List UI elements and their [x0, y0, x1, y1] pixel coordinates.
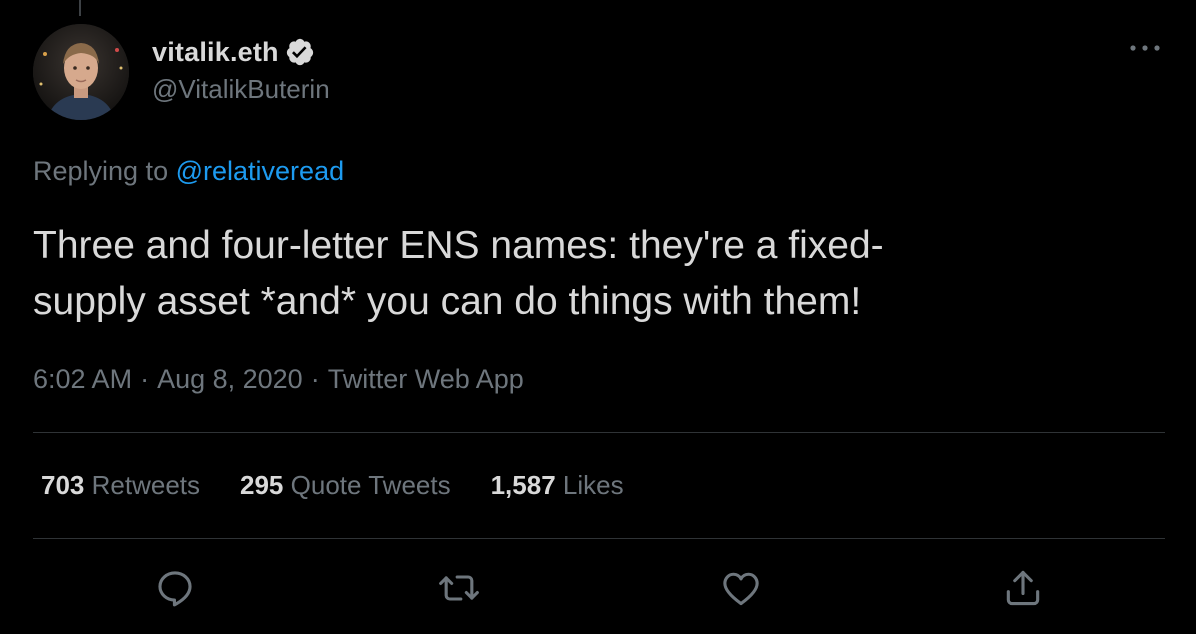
- more-options-icon[interactable]: [1125, 36, 1165, 60]
- tweet-time[interactable]: 6:02 AM: [33, 364, 132, 395]
- quote-tweets-count: 295: [240, 470, 284, 500]
- quote-tweets-stat[interactable]: 295 Quote Tweets: [240, 470, 451, 501]
- display-name[interactable]: vitalik.eth: [152, 37, 279, 68]
- tweet-meta: 6:02 AM · Aug 8, 2020 · Twitter Web App: [33, 364, 524, 395]
- avatar-image: [33, 24, 129, 120]
- tweet-date[interactable]: Aug 8, 2020: [157, 364, 303, 395]
- like-icon[interactable]: [719, 566, 763, 610]
- avatar[interactable]: [33, 24, 129, 120]
- divider-top: [33, 432, 1165, 433]
- retweet-icon[interactable]: [437, 566, 481, 610]
- likes-count: 1,587: [490, 470, 556, 500]
- retweets-label: Retweets: [91, 470, 201, 500]
- reply-icon[interactable]: [153, 566, 197, 610]
- retweets-stat[interactable]: 703 Retweets: [41, 470, 200, 501]
- meta-separator: ·: [310, 364, 320, 394]
- author-name-row[interactable]: vitalik.eth: [152, 34, 315, 70]
- reply-mention-link[interactable]: @relativeread: [176, 156, 345, 186]
- tweet-stats: 703 Retweets 295 Quote Tweets 1,587 Like…: [41, 470, 664, 501]
- replying-to-label: Replying to: [33, 156, 169, 186]
- likes-stat[interactable]: 1,587 Likes: [491, 470, 624, 501]
- quote-tweets-label: Quote Tweets: [290, 470, 451, 500]
- retweets-count: 703: [41, 470, 85, 500]
- meta-separator: ·: [140, 364, 150, 394]
- tweet-source[interactable]: Twitter Web App: [328, 364, 524, 395]
- verified-badge-icon: [285, 37, 315, 67]
- likes-label: Likes: [562, 470, 624, 500]
- thread-connector-line: [79, 0, 81, 16]
- user-handle[interactable]: @VitalikButerin: [152, 74, 330, 105]
- tweet-text: Three and four-letter ENS names: they're…: [33, 224, 884, 323]
- replying-to: Replying to @relativeread: [33, 156, 344, 187]
- divider-bottom: [33, 538, 1165, 539]
- share-icon[interactable]: [1001, 566, 1045, 610]
